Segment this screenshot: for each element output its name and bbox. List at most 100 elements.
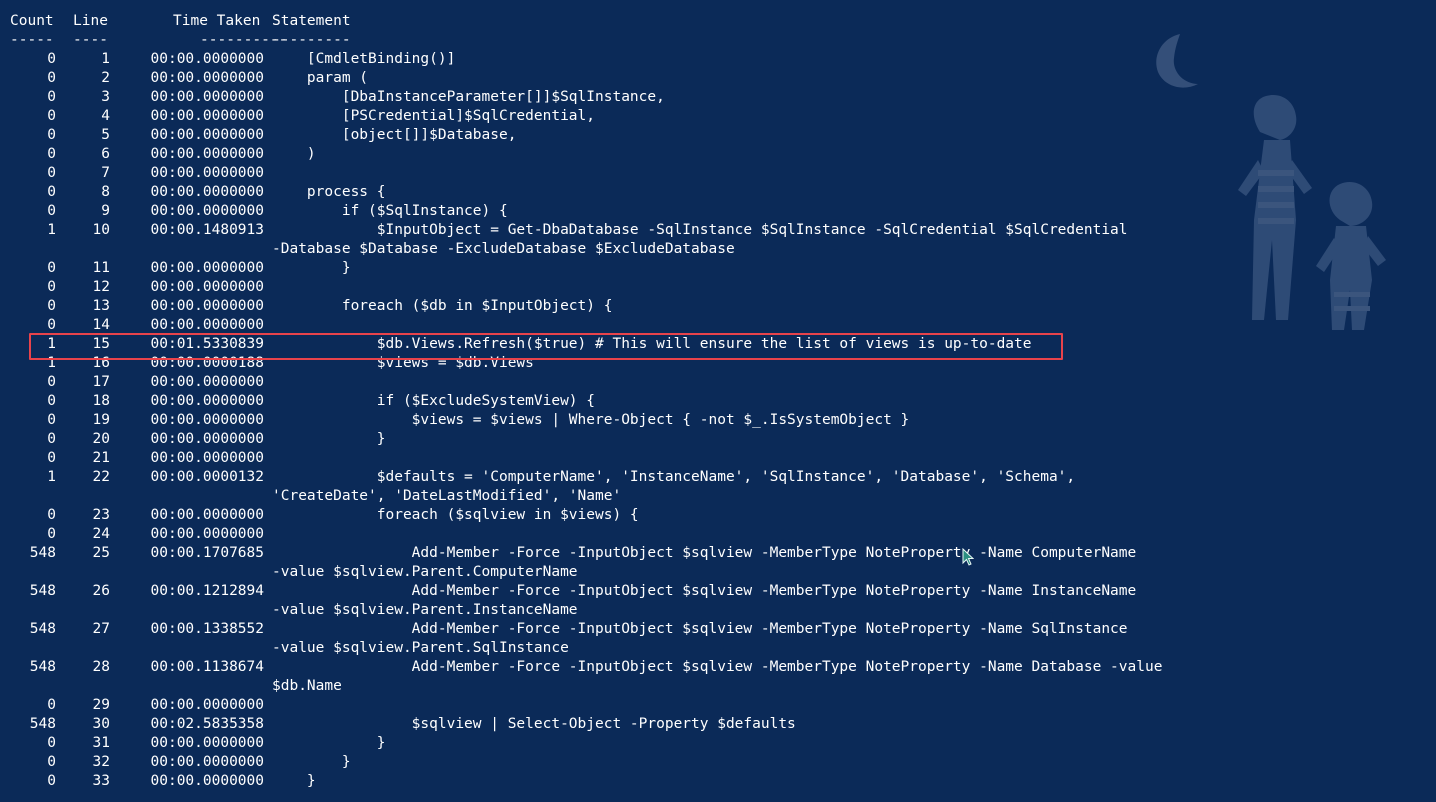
row-line-number: 11 — [92, 260, 110, 276]
row-line-number: 2 — [101, 70, 110, 86]
row-line-number: 3 — [101, 89, 110, 105]
time-taken-column-header: Time Taken — [173, 13, 261, 29]
row-time-taken: 00:00.1338552 — [150, 621, 265, 637]
row-statement: foreach ($sqlview in $views) { — [272, 507, 639, 523]
row-time-taken: 00:00.0000000 — [150, 697, 265, 713]
row-time-taken: 00:00.0000000 — [150, 203, 265, 219]
row-statement: Add-Member -Force -InputObject $sqlview … — [272, 545, 1137, 561]
row-count: 0 — [47, 450, 56, 466]
row-count: 0 — [47, 754, 56, 770]
row-count: 0 — [47, 431, 56, 447]
row-line-number: 25 — [92, 545, 110, 561]
row-line-number: 32 — [92, 754, 110, 770]
row-line-number: 7 — [101, 165, 110, 181]
row-statement: if ($SqlInstance) { — [272, 203, 508, 219]
row-count: 0 — [47, 127, 56, 143]
row-time-taken: 00:00.0000000 — [150, 89, 265, 105]
row-count: 548 — [29, 716, 56, 732]
row-count: 0 — [47, 298, 56, 314]
row-time-taken: 00:00.0000000 — [150, 70, 265, 86]
row-count: 0 — [47, 507, 56, 523]
row-line-number: 33 — [92, 773, 110, 789]
row-time-taken: 00:00.0000000 — [150, 108, 265, 124]
row-count: 0 — [47, 279, 56, 295]
row-line-number: 4 — [101, 108, 110, 124]
row-time-taken: 00:00.0000000 — [150, 735, 265, 751]
row-time-taken: 00:00.0000000 — [150, 773, 265, 789]
row-time-taken: 00:00.0000000 — [150, 127, 265, 143]
row-count: 0 — [47, 393, 56, 409]
row-time-taken: 00:00.0000000 — [150, 754, 265, 770]
statement-separator: --------- — [272, 32, 351, 48]
row-time-taken: 00:00.0000000 — [150, 374, 265, 390]
row-count: 0 — [47, 697, 56, 713]
count-separator: ----- — [10, 32, 54, 48]
line-column-header: Line — [73, 13, 108, 29]
row-statement: process { — [272, 184, 386, 200]
row-count: 0 — [47, 773, 56, 789]
row-time-taken: 00:00.0000000 — [150, 165, 265, 181]
row-statement: 'CreateDate', 'DateLastModified', 'Name' — [272, 488, 622, 504]
row-time-taken: 00:00.0000000 — [150, 146, 265, 162]
row-statement: [DbaInstanceParameter[]]$SqlInstance, — [272, 89, 665, 105]
row-line-number: 21 — [92, 450, 110, 466]
row-count: 0 — [47, 203, 56, 219]
mouse-pointer-icon — [962, 548, 974, 566]
row-statement: } — [272, 260, 351, 276]
row-time-taken: 00:00.0000000 — [150, 184, 265, 200]
row-statement: Add-Member -Force -InputObject $sqlview … — [272, 621, 1128, 637]
row-time-taken: 00:00.1707685 — [150, 545, 265, 561]
row-count: 1 — [47, 222, 56, 238]
row-statement: -value $sqlview.Parent.SqlInstance — [272, 640, 569, 656]
row-statement: param ( — [272, 70, 369, 86]
row-line-number: 8 — [101, 184, 110, 200]
row-line-number: 9 — [101, 203, 110, 219]
line-separator: ---- — [73, 32, 108, 48]
row-count: 0 — [47, 165, 56, 181]
row-count: 0 — [47, 374, 56, 390]
row-statement: $views = $views | Where-Object { -not $_… — [272, 412, 910, 428]
row-time-taken: 00:00.1480913 — [150, 222, 265, 238]
row-count: 0 — [47, 526, 56, 542]
row-line-number: 22 — [92, 469, 110, 485]
row-statement: ) — [272, 146, 316, 162]
row-count: 0 — [47, 260, 56, 276]
row-time-taken: 00:00.0000000 — [150, 526, 265, 542]
row-count: 0 — [47, 412, 56, 428]
row-time-taken: 00:00.0000000 — [150, 298, 265, 314]
row-statement: } — [272, 735, 386, 751]
row-count: 0 — [47, 146, 56, 162]
row-count: 548 — [29, 545, 56, 561]
row-time-taken: 00:00.0000000 — [150, 450, 265, 466]
row-time-taken: 00:00.1212894 — [150, 583, 265, 599]
row-line-number: 26 — [92, 583, 110, 599]
row-statement: [object[]]$Database, — [272, 127, 517, 143]
row-statement: Add-Member -Force -InputObject $sqlview … — [272, 659, 1163, 675]
statement-column-header: Statement — [272, 13, 351, 29]
row-line-number: 13 — [92, 298, 110, 314]
row-count: 548 — [29, 659, 56, 675]
header-separator-row: ----- ---- ---------- --------- — [0, 31, 351, 50]
row-line-number: 10 — [92, 222, 110, 238]
row-count: 0 — [47, 184, 56, 200]
row-statement: $sqlview | Select-Object -Property $defa… — [272, 716, 796, 732]
row-statement: } — [272, 773, 316, 789]
row-line-number: 31 — [92, 735, 110, 751]
wallpaper-figures-icon — [1156, 34, 1386, 330]
row-time-taken: 00:00.0000000 — [150, 279, 265, 295]
row-count: 1 — [47, 469, 56, 485]
row-statement: if ($ExcludeSystemView) { — [272, 393, 596, 409]
row-time-taken: 00:00.0000000 — [150, 260, 265, 276]
row-statement: -Database $Database -ExcludeDatabase $Ex… — [272, 241, 735, 257]
row-statement: $InputObject = Get-DbaDatabase -SqlInsta… — [272, 222, 1128, 238]
row-statement: $defaults = 'ComputerName', 'InstanceNam… — [272, 469, 1076, 485]
row-time-taken: 00:00.0000000 — [150, 431, 265, 447]
row-statement: foreach ($db in $InputObject) { — [272, 298, 613, 314]
row-count: 548 — [29, 583, 56, 599]
row-line-number: 18 — [92, 393, 110, 409]
row-line-number: 19 — [92, 412, 110, 428]
row-line-number: 5 — [101, 127, 110, 143]
row-count: 0 — [47, 108, 56, 124]
row-statement: [PSCredential]$SqlCredential, — [272, 108, 596, 124]
powershell-console[interactable]: Count Line Time Taken Statement ----- --… — [0, 0, 1436, 802]
